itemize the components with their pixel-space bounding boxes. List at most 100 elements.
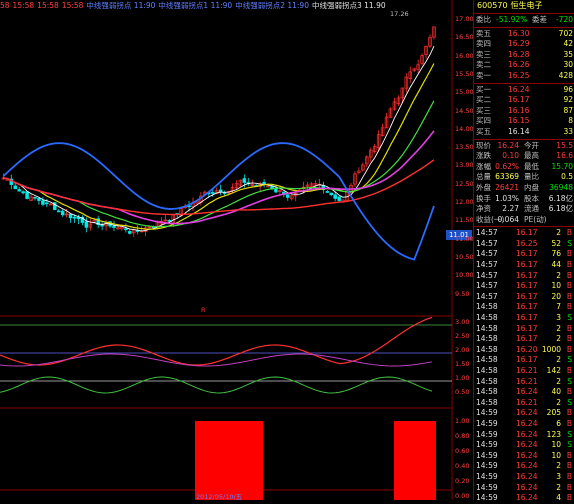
tick-price: 16.24 [516, 429, 538, 439]
price-axis-label: 10.50 [455, 252, 474, 261]
indicator2-axis-label: 0.40 [455, 462, 470, 470]
tick-row: 14:58 16.17 2 B [474, 324, 574, 335]
tick-row: 14:58 16.17 2 B [474, 334, 574, 345]
candle-body [325, 191, 330, 193]
candle-body [17, 189, 21, 192]
ask-label: 卖一 [476, 70, 491, 80]
peak-price-label: 17.26 [390, 10, 409, 18]
stat-row: 收益(一) 0.064 PE(动) [474, 215, 574, 226]
tick-row: 14:57 16.17 20 B [474, 292, 574, 303]
stat-value: 0.62% [495, 161, 519, 171]
bid-row: 买四 16.15 8 [474, 116, 574, 127]
ma5-line [3, 46, 435, 232]
tick-volume: 4 [556, 493, 561, 503]
tick-time: 14:58 [476, 387, 498, 397]
tick-time: 14:59 [476, 450, 498, 460]
bid-label: 买五 [476, 126, 491, 136]
tick-time: 14:58 [476, 355, 498, 365]
tick-direction: B [566, 408, 572, 418]
price-axis-label: 14.50 [455, 106, 474, 115]
tick-volume: 76 [551, 249, 561, 259]
tick-row: 14:58 16.21 142 B [474, 366, 574, 377]
tick-direction: B [566, 482, 572, 492]
stat-row: 换手 1.03% 股本 6.18亿 [474, 194, 574, 205]
stock-header: 600570 恒生电子 [474, 0, 574, 12]
indicator1-axis-label: 3.00 [455, 318, 470, 326]
ask-price: 16.29 [508, 39, 530, 49]
tick-time: 14:59 [476, 471, 498, 481]
tick-direction: B [566, 471, 572, 481]
tick-direction: S [567, 397, 572, 407]
stock-name: 恒生电子 [510, 1, 543, 10]
tick-direction: B [566, 302, 572, 312]
ask-volume: 35 [563, 49, 573, 59]
tick-time: 14:57 [476, 270, 498, 280]
ask-label: 卖五 [476, 28, 491, 38]
stat-label: 净资 [476, 204, 491, 214]
tick-price: 16.17 [516, 355, 538, 365]
stat-label: 外盘 [476, 182, 491, 192]
stat-value: 16.24 [497, 140, 519, 150]
tick-row: 14:59 16.24 3 B [474, 472, 574, 483]
stat-label-2: 今开 [524, 140, 539, 150]
tick-direction: B [566, 228, 572, 238]
tick-volume: 142 [546, 366, 561, 375]
price-axis-label: 9.50 [455, 289, 470, 298]
tick-direction: S [567, 238, 572, 248]
tick-time: 14:57 [476, 228, 498, 238]
stock-code: 600570 [477, 1, 508, 10]
ratio-value: -51.92% [496, 15, 528, 24]
stat-value: 26421 [495, 182, 519, 192]
price-axis-label: 16.00 [455, 51, 474, 60]
tick-row: 14:58 16.21 2 S [474, 398, 574, 409]
tick-row: 14:59 16.24 4 B [474, 493, 574, 504]
candle-body [286, 194, 290, 198]
indicator2-axis-label: 1.00 [455, 417, 470, 425]
stat-value: 63369 [495, 172, 519, 182]
stat-value: 1.03% [495, 193, 519, 203]
stat-value-2: 6.18亿 [548, 204, 573, 214]
ask-price: 16.30 [508, 28, 530, 38]
tick-volume: 40 [551, 387, 561, 397]
tick-price: 16.24 [516, 450, 538, 460]
stat-label: 涨幅 [476, 161, 491, 171]
indicator-title-7: 中线强弱拐点3 11.90 [311, 1, 386, 10]
candle-body [211, 192, 215, 194]
tick-direction: B [566, 270, 572, 280]
tick-price: 16.17 [516, 249, 538, 259]
stat-label: 现价 [476, 140, 491, 150]
bid-label: 买二 [476, 95, 491, 105]
candle-body [68, 213, 73, 219]
signal-marker: R [201, 306, 206, 314]
stat-value-2: 0.5 [561, 172, 573, 182]
candle-body [274, 188, 278, 193]
candle-body [218, 189, 223, 193]
stat-label: 总量 [476, 172, 491, 182]
tick-direction: B [566, 366, 572, 375]
bid-volume: 33 [563, 126, 573, 136]
price-axis-label: 12.50 [455, 179, 474, 188]
bid-volume: 96 [563, 84, 573, 94]
price-axis-label: 14.00 [455, 124, 474, 133]
price-axis-label: 10.00 [455, 271, 474, 280]
kline-chart-area[interactable] [0, 0, 474, 500]
ask-row: 卖五 16.30 702 [474, 29, 574, 40]
candle-body [33, 196, 37, 199]
tick-price: 16.17 [516, 313, 538, 323]
bid-label: 买一 [476, 84, 491, 94]
stat-row: 外盘 26421 内盘 36948 [474, 183, 574, 194]
signal-bar [195, 421, 263, 500]
stat-row: 涨跌 0.10 最高 16.6 [474, 151, 574, 162]
tick-volume: 2 [556, 323, 561, 333]
tick-time: 14:59 [476, 408, 498, 418]
tick-volume: 10 [551, 281, 561, 291]
bid-row: 买一 16.24 96 [474, 85, 574, 96]
tick-direction: S [567, 313, 572, 323]
stat-value-2: 15.5 [556, 140, 573, 150]
candle-body [21, 191, 25, 194]
indicator-title-6: 中线强弱拐点2 11:90 [235, 1, 309, 10]
tick-row: 14:58 16.20 1000 B [474, 345, 574, 356]
tick-time: 14:58 [476, 366, 498, 375]
bid-volume: 8 [568, 116, 573, 126]
ma20-line [3, 100, 435, 228]
